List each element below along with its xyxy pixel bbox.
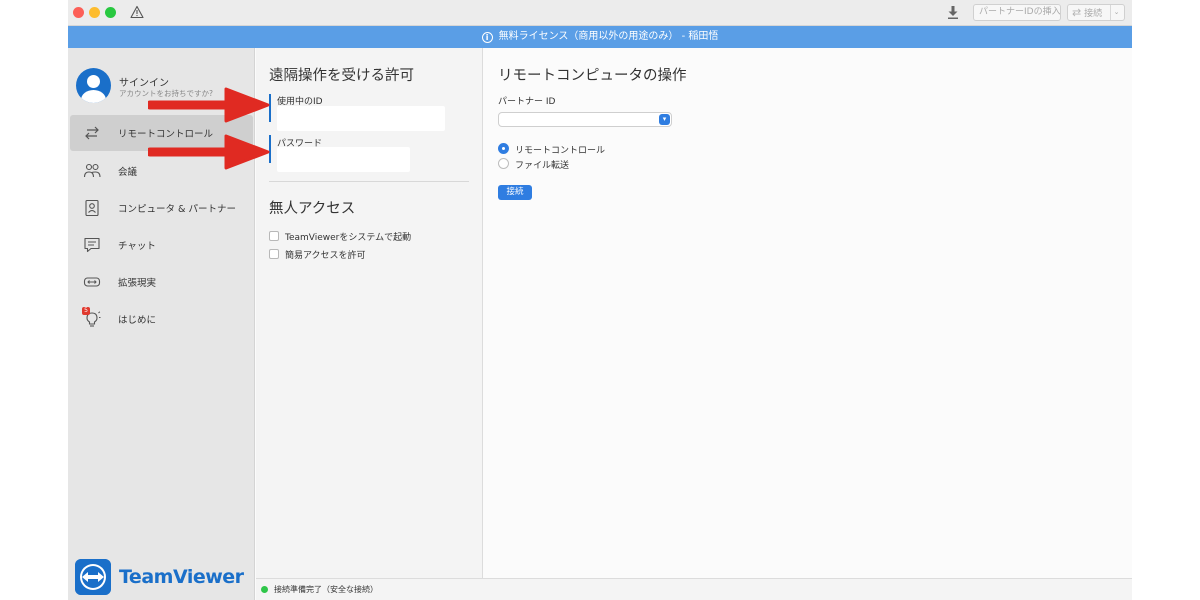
remote-control-radio-label[interactable]: リモートコントロール [515,143,605,156]
your-id-field[interactable] [277,106,445,131]
sidebar-item-computers-partners[interactable]: コンピュータ & パートナー [70,190,253,226]
chevron-down-icon[interactable]: ⌄ [1110,5,1122,20]
file-transfer-radio-label[interactable]: ファイル転送 [515,158,569,171]
title-bar: パートナーIDの挿入 ⇄ 接続 ⌄ [68,0,1132,26]
easy-access-label[interactable]: 簡易アクセスを許可 [285,248,366,261]
chevron-down-icon[interactable]: ▾ [659,114,670,125]
sidebar-item-augmented-reality[interactable]: 拡張現実 [70,264,253,300]
file-transfer-radio[interactable] [498,158,509,169]
teamviewer-logo-icon [75,559,111,595]
sidebar-item-label: 会議 [118,167,138,178]
easy-access-checkbox[interactable] [269,249,279,259]
license-banner: i 無料ライセンス（商用以外の用途のみ） - 稲田悟 [68,26,1132,48]
sidebar-item-label: コンピュータ & パートナー [118,204,236,215]
arrows-swap-icon: ⇄ [1072,6,1082,19]
teamviewer-logo-text: TeamViewer [119,566,244,588]
people-icon [83,163,101,178]
sidebar: サインイン アカウントをお持ちですか? リモートコントロール 会議 コンピュータ… [68,48,255,600]
sidebar-item-chat[interactable]: チャット [70,227,253,263]
chat-icon [84,237,100,253]
password-field[interactable] [277,147,410,172]
sidebar-item-getting-started[interactable]: 5 はじめに [70,301,253,337]
section-divider [269,181,469,182]
partner-id-input-toolbar[interactable]: パートナーIDの挿入 [973,4,1061,21]
contact-card-icon [85,199,99,217]
status-bar: 接続準備完了（安全な接続） [256,578,1132,600]
annotation-arrow-id [148,87,270,123]
sidebar-item-label: チャット [118,241,156,252]
connect-label: 接続 [1084,9,1103,19]
control-remote-title: リモートコンピュータの操作 [498,68,687,84]
download-icon[interactable] [946,5,960,20]
sidebar-item-label: はじめに [118,315,157,326]
allow-remote-title: 遠隔操作を受ける許可 [269,68,414,84]
control-remote-computer-panel: リモートコンピュータの操作 パートナー ID ▾ リモートコントロール ファイル… [484,48,1132,572]
close-window-button[interactable] [73,7,84,18]
notification-badge: 5 [82,307,90,315]
start-with-system-checkbox[interactable] [269,231,279,241]
partner-id-label: パートナー ID [498,97,556,107]
allow-remote-control-panel: 遠隔操作を受ける許可 使用中のID パスワード 無人アクセス TeamViewe… [256,48,483,600]
sidebar-item-label: 拡張現実 [118,278,157,289]
remote-control-radio[interactable] [498,143,509,154]
info-icon: i [481,32,493,43]
minimize-window-button[interactable] [89,7,100,18]
warning-icon[interactable] [130,5,144,19]
license-text: 無料ライセンス（商用以外の用途のみ） - 稲田悟 [498,31,719,42]
start-with-system-label[interactable]: TeamViewerをシステムで起動 [285,230,411,243]
avatar[interactable] [76,68,111,103]
annotation-arrow-password [148,134,270,170]
arrows-swap-icon [85,126,99,140]
unattended-access-title: 無人アクセス [269,201,356,217]
status-text: 接続準備完了（安全な接続） [274,585,378,594]
ar-headset-icon [83,277,101,287]
partner-id-select[interactable]: ▾ [498,112,672,127]
connect-button-toolbar[interactable]: ⇄ 接続 ⌄ [1067,4,1125,21]
connect-button[interactable]: 接続 [498,185,532,200]
status-indicator-icon [261,586,268,593]
zoom-window-button[interactable] [105,7,116,18]
